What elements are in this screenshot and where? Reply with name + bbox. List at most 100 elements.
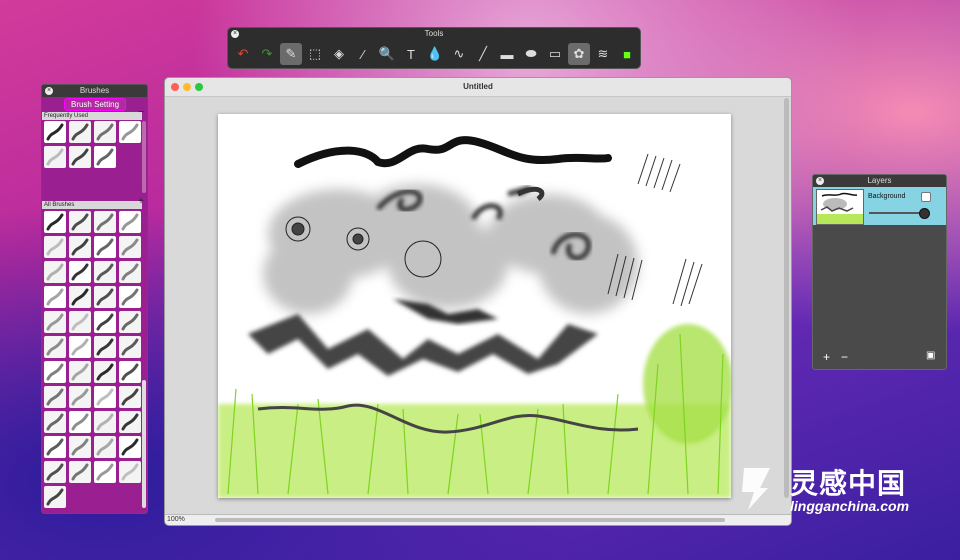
fill-bucket-icon[interactable]: ◈ bbox=[328, 43, 350, 65]
all-brush-tile[interactable] bbox=[94, 236, 116, 258]
all-brush-tile[interactable] bbox=[94, 336, 116, 358]
all-brush-tile[interactable] bbox=[44, 411, 66, 433]
all-brush-tile[interactable] bbox=[94, 261, 116, 283]
minus-icon[interactable]: − bbox=[138, 108, 144, 118]
all-brush-tile[interactable] bbox=[94, 461, 116, 483]
all-brush-tile[interactable] bbox=[119, 211, 141, 233]
layer-image-icon[interactable]: ▣ bbox=[926, 350, 935, 362]
ellipse-icon[interactable]: ⬬ bbox=[520, 43, 542, 65]
eyedropper-icon[interactable]: ⁄ bbox=[352, 43, 374, 65]
all-brush-tile[interactable] bbox=[69, 286, 91, 308]
all-brush-tile[interactable] bbox=[69, 336, 91, 358]
all-brush-tile[interactable] bbox=[94, 286, 116, 308]
all-brush-tile[interactable] bbox=[44, 386, 66, 408]
remove-layer-icon[interactable]: − bbox=[841, 351, 848, 363]
undo-icon[interactable]: ↶ bbox=[232, 43, 254, 65]
color-swatch-icon[interactable]: ■ bbox=[616, 43, 638, 65]
all-brush-tile[interactable] bbox=[94, 311, 116, 333]
ink-stroke bbox=[294, 136, 612, 168]
all-brush-tile[interactable] bbox=[94, 211, 116, 233]
opacity-slider-knob[interactable] bbox=[919, 208, 930, 219]
all-brush-tile[interactable] bbox=[44, 361, 66, 383]
all-brushes-grid bbox=[44, 211, 141, 508]
all-brushes-header[interactable]: All Brushes + bbox=[42, 197, 144, 209]
select-rect-icon[interactable]: ⬚ bbox=[304, 43, 326, 65]
frequent-brush-tile[interactable] bbox=[69, 121, 91, 143]
vertical-scrollbar[interactable] bbox=[784, 98, 789, 498]
all-brush-tile[interactable] bbox=[44, 436, 66, 458]
all-brush-tile[interactable] bbox=[44, 311, 66, 333]
all-brush-tile[interactable] bbox=[119, 336, 141, 358]
all-brush-tile[interactable] bbox=[119, 311, 141, 333]
all-brush-tile[interactable] bbox=[94, 411, 116, 433]
frequent-brush-tile[interactable] bbox=[94, 121, 116, 143]
drawing-canvas[interactable] bbox=[218, 114, 733, 498]
frequently-used-grid bbox=[44, 121, 141, 168]
freq-scrollbar[interactable] bbox=[142, 121, 146, 193]
blur-drop-icon[interactable]: 💧 bbox=[424, 43, 446, 65]
brush-icon[interactable]: ✎ bbox=[280, 43, 302, 65]
all-brush-tile[interactable] bbox=[44, 486, 66, 508]
frequent-brush-tile[interactable] bbox=[94, 146, 116, 168]
brushes-title-bar: × Brushes bbox=[42, 85, 147, 97]
all-brush-tile[interactable] bbox=[119, 461, 141, 483]
layer-visibility-checkbox[interactable] bbox=[921, 192, 931, 202]
all-brush-tile[interactable] bbox=[44, 261, 66, 283]
all-brush-tile[interactable] bbox=[119, 261, 141, 283]
window-title: Untitled bbox=[463, 82, 493, 91]
cloud-strokes bbox=[263, 184, 638, 314]
tool-row: ↶ ↷ ✎ ⬚ ◈ ⁄ 🔍 T 💧 ∿ ╱ ▬ ⬬ ▭ ✿ ≋ ■ bbox=[232, 42, 638, 66]
all-brush-tile[interactable] bbox=[69, 311, 91, 333]
all-brush-tile[interactable] bbox=[44, 461, 66, 483]
all-brush-tile[interactable] bbox=[119, 236, 141, 258]
text-icon[interactable]: T bbox=[400, 43, 422, 65]
horizontal-scrollbar[interactable] bbox=[215, 518, 725, 522]
rectangle-icon[interactable]: ▬ bbox=[496, 43, 518, 65]
window-title-bar: Untitled bbox=[165, 78, 791, 97]
all-brush-tile[interactable] bbox=[119, 361, 141, 383]
all-brush-tile[interactable] bbox=[119, 411, 141, 433]
layer-row[interactable]: Background bbox=[813, 187, 946, 225]
close-icon[interactable]: × bbox=[816, 177, 824, 185]
all-brushes-scrollbar[interactable] bbox=[142, 380, 146, 508]
all-brush-tile[interactable] bbox=[69, 361, 91, 383]
plus-icon[interactable]: + bbox=[138, 197, 144, 207]
frequent-brush-tile[interactable] bbox=[44, 121, 66, 143]
line-icon[interactable]: ╱ bbox=[472, 43, 494, 65]
zoom-level[interactable]: 100% bbox=[167, 515, 185, 525]
tools-panel: × Tools ↶ ↷ ✎ ⬚ ◈ ⁄ 🔍 T 💧 ∿ ╱ ▬ ⬬ ▭ ✿ ≋ ■ bbox=[227, 27, 641, 69]
frequent-brush-tile[interactable] bbox=[119, 121, 141, 143]
all-brush-tile[interactable] bbox=[119, 286, 141, 308]
all-brush-tile[interactable] bbox=[94, 361, 116, 383]
close-icon[interactable]: × bbox=[45, 87, 53, 95]
frequently-used-header[interactable]: Frequently Used − bbox=[42, 108, 144, 120]
all-brush-tile[interactable] bbox=[69, 411, 91, 433]
all-brush-tile[interactable] bbox=[44, 286, 66, 308]
all-brush-tile[interactable] bbox=[44, 211, 66, 233]
canvas-artwork bbox=[218, 136, 733, 498]
all-brush-tile[interactable] bbox=[44, 336, 66, 358]
all-brush-tile[interactable] bbox=[94, 436, 116, 458]
brush-setting-button[interactable]: Brush Setting bbox=[64, 98, 126, 111]
frequent-brush-tile[interactable] bbox=[44, 146, 66, 168]
all-brush-tile[interactable] bbox=[69, 261, 91, 283]
all-brush-tile[interactable] bbox=[119, 436, 141, 458]
redo-icon[interactable]: ↷ bbox=[256, 43, 278, 65]
stamp-icon[interactable]: ✿ bbox=[568, 43, 590, 65]
all-brush-tile[interactable] bbox=[69, 386, 91, 408]
frequent-brush-tile[interactable] bbox=[69, 146, 91, 168]
all-brush-tile[interactable] bbox=[44, 236, 66, 258]
all-brush-tile[interactable] bbox=[69, 436, 91, 458]
all-brush-tile[interactable] bbox=[69, 211, 91, 233]
all-brush-tile[interactable] bbox=[69, 461, 91, 483]
zoom-icon[interactable]: 🔍 bbox=[376, 43, 398, 65]
curve-icon[interactable]: ∿ bbox=[448, 43, 470, 65]
rounded-rect-icon[interactable]: ▭ bbox=[544, 43, 566, 65]
all-brush-tile[interactable] bbox=[69, 236, 91, 258]
layer-name: Background bbox=[868, 193, 906, 200]
add-layer-icon[interactable]: + bbox=[823, 351, 830, 363]
all-brush-tile[interactable] bbox=[94, 386, 116, 408]
close-icon[interactable]: × bbox=[231, 30, 239, 38]
layers-icon[interactable]: ≋ bbox=[592, 43, 614, 65]
all-brush-tile[interactable] bbox=[119, 386, 141, 408]
